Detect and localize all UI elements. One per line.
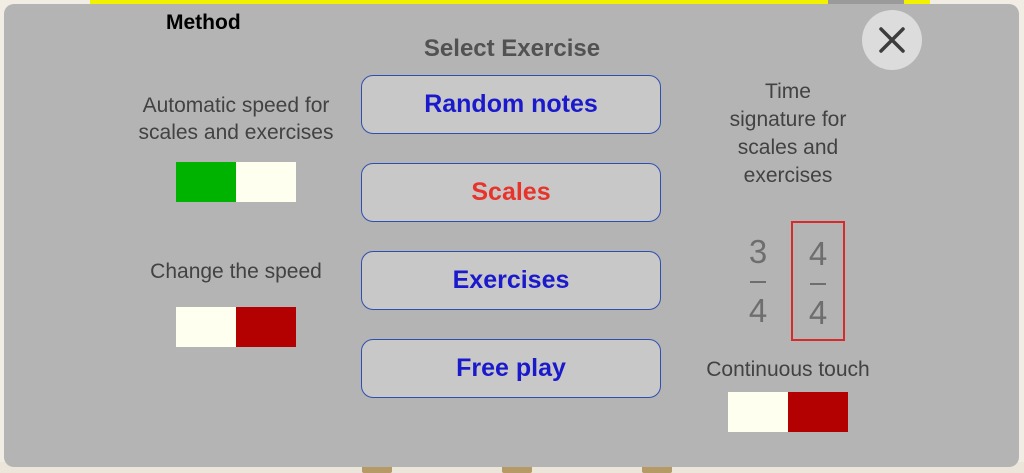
time-signature-3-4[interactable]: 3 4 <box>731 221 785 341</box>
ts-denominator: 4 <box>808 294 828 331</box>
change-speed-toggle[interactable] <box>176 307 296 347</box>
time-signature-4-4[interactable]: 4 4 <box>791 221 845 341</box>
scales-button[interactable]: Scales <box>361 163 661 222</box>
toggle-off-segment[interactable] <box>236 162 296 202</box>
ts-fraction-bar <box>810 283 826 285</box>
ts-fraction-bar <box>750 281 766 283</box>
ts-denominator: 4 <box>748 292 768 329</box>
free-play-button[interactable]: Free play <box>361 339 661 398</box>
auto-speed-toggle[interactable] <box>176 162 296 202</box>
time-signature-label: Time signature for scales and exercises <box>729 80 847 187</box>
close-button[interactable] <box>862 10 922 70</box>
change-speed-label: Change the speed <box>150 260 322 283</box>
ts-numerator: 4 <box>808 235 828 272</box>
continuous-touch-toggle[interactable] <box>728 392 848 432</box>
continuous-touch-label: Continuous touch <box>706 358 870 381</box>
random-notes-button[interactable]: Random notes <box>361 75 661 134</box>
toggle-on-segment[interactable] <box>176 162 236 202</box>
toggle-on-segment[interactable] <box>176 307 236 347</box>
ts-numerator: 3 <box>748 233 768 270</box>
toggle-off-segment[interactable] <box>788 392 848 432</box>
exercises-button[interactable]: Exercises <box>361 251 661 310</box>
auto-speed-label: Automatic speed for scales and exercises <box>138 94 334 144</box>
method-title: Method <box>166 11 241 34</box>
toggle-off-segment[interactable] <box>236 307 296 347</box>
close-icon <box>879 27 905 53</box>
toggle-on-segment[interactable] <box>728 392 788 432</box>
select-exercise-title: Select Exercise <box>423 35 601 62</box>
